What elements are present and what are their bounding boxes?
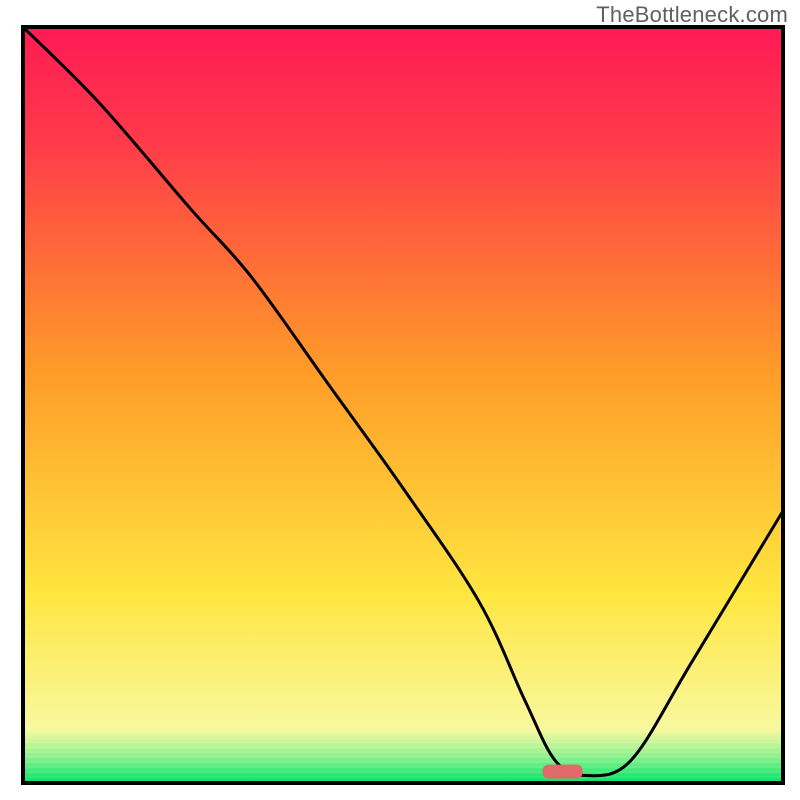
gradient-background [23, 27, 783, 783]
watermark-text: TheBottleneck.com [596, 2, 788, 28]
chart-container: { "watermark": "TheBottleneck.com", "cha… [0, 0, 800, 800]
bottleneck-chart [0, 0, 800, 800]
optimal-point-marker [543, 765, 583, 779]
